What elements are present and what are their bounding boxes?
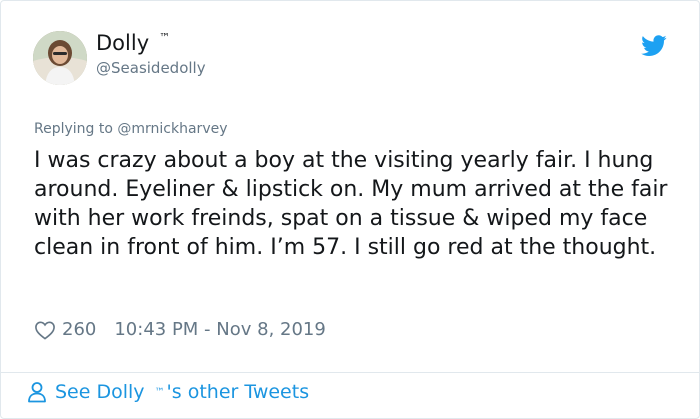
author-name-text: Dolly xyxy=(96,31,150,55)
trademark-symbol: ™ xyxy=(159,31,171,44)
footer-prefix: See Dolly xyxy=(55,381,145,403)
replying-prefix: Replying to xyxy=(34,121,113,137)
twitter-bird-icon[interactable] xyxy=(641,35,667,57)
tweet-meta: 260 10:43 PM - Nov 8, 2019 xyxy=(34,319,326,340)
footer-trademark: ™ xyxy=(154,386,165,398)
avatar[interactable] xyxy=(33,31,87,85)
author-handle[interactable]: @Seasidedolly xyxy=(96,59,206,77)
see-other-tweets-link[interactable]: See Dolly ™'s other Tweets xyxy=(27,381,309,403)
like-count[interactable]: 260 xyxy=(62,319,96,340)
replying-to: Replying to @mrnickharvey xyxy=(34,121,228,137)
tweet-timestamp[interactable]: 10:43 PM - Nov 8, 2019 xyxy=(114,319,325,340)
person-icon xyxy=(28,382,46,403)
divider xyxy=(1,372,699,373)
tweet-text: I was crazy about a boy at the visiting … xyxy=(34,148,668,260)
avatar-image xyxy=(33,31,87,85)
footer-suffix: 's other Tweets xyxy=(166,381,310,403)
reply-mention-link[interactable]: @mrnickharvey xyxy=(117,121,227,137)
tweet-card: Dolly ™ @Seasidedolly Replying to @mrnick… xyxy=(0,0,700,419)
author-name[interactable]: Dolly ™ xyxy=(96,31,170,55)
heart-icon[interactable] xyxy=(34,320,56,340)
